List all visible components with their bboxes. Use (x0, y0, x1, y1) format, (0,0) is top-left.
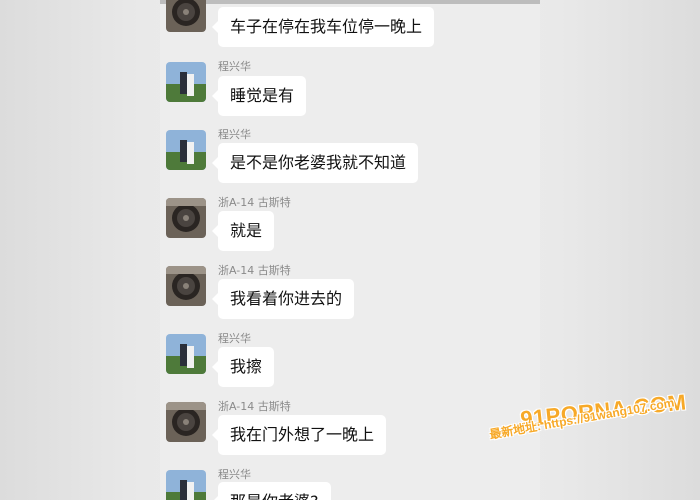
sender-name: 浙A-14 古斯特 (218, 264, 291, 277)
message-bubble: 睡觉是有 (211, 76, 307, 116)
sender-name: 程兴华 (218, 128, 251, 141)
sender-name: 浙A-14 古斯特 (218, 196, 291, 209)
message-bubble: 我擦 (211, 347, 275, 387)
avatar-car-wheel-icon[interactable] (166, 266, 206, 306)
message-bubble: 车子在停在我车位停一晚上 (211, 7, 435, 47)
avatar-car-wheel-icon[interactable] (166, 0, 206, 32)
message-bubble: 就是 (211, 211, 275, 251)
sender-name: 浙A-14 古斯特 (218, 400, 291, 413)
avatar-car-wheel-icon[interactable] (166, 402, 206, 442)
sender-name: 程兴华 (218, 60, 251, 73)
avatar-couple-photo-icon[interactable] (166, 62, 206, 102)
sender-name: 程兴华 (218, 332, 251, 345)
message-bubble: 我在门外想了一晚上 (211, 415, 387, 455)
avatar-couple-photo-icon[interactable] (166, 130, 206, 170)
message-bubble: 那是你老婆? (212, 482, 331, 500)
avatar-couple-photo-icon[interactable] (166, 470, 206, 500)
message-bubble: 我看着你进去的 (211, 279, 355, 319)
sender-name: 程兴华 (218, 468, 251, 481)
chat-window: 车子在停在我车位停一晚上 程兴华 睡觉是有 程兴华 是不是你老婆我就不知道 浙A… (160, 0, 540, 500)
avatar-car-wheel-icon[interactable] (166, 198, 206, 238)
message-bubble: 是不是你老婆我就不知道 (211, 143, 419, 183)
avatar-couple-photo-icon[interactable] (166, 334, 206, 374)
status-bar (160, 0, 540, 4)
